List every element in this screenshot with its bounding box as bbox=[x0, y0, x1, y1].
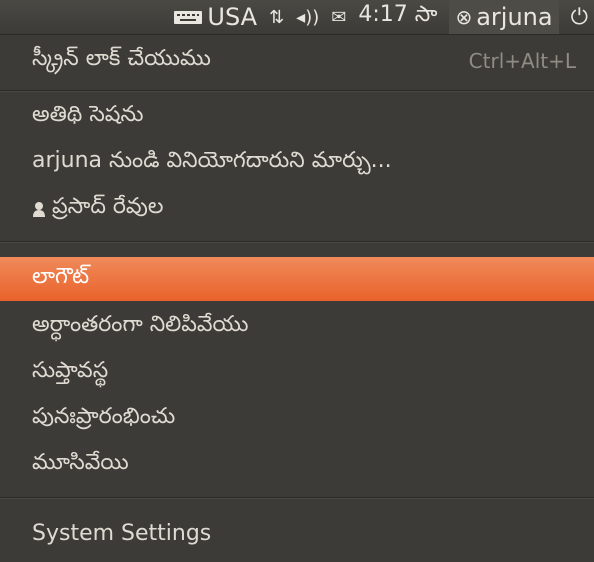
keyboard-indicator[interactable]: USA bbox=[173, 0, 257, 34]
clock-label: 4:17 సా bbox=[358, 2, 438, 27]
guest-session-item[interactable]: అతిథి సెషను bbox=[0, 95, 594, 139]
other-user-item[interactable]: ప్రసాద్ రేవుల bbox=[0, 187, 594, 231]
switch-user-label: arjuna నుండి వినియోగదారుని మార్చు... bbox=[32, 148, 392, 173]
network-indicator[interactable]: ⇅ bbox=[269, 0, 284, 34]
mail-icon: ✉ bbox=[331, 6, 347, 28]
session-indicator[interactable]: ⊗ arjuna bbox=[449, 0, 559, 34]
hibernate-label: సుప్తావస్థ bbox=[32, 358, 109, 383]
power-icon: ⏻ bbox=[570, 4, 588, 30]
lock-screen-item[interactable]: స్క్రీన్ లాక్ చేయుము Ctrl+Alt+L bbox=[0, 39, 594, 83]
hibernate-item[interactable]: సుప్తావస్థ bbox=[0, 351, 594, 395]
logout-item[interactable]: లాగౌట్ bbox=[0, 257, 594, 301]
session-menu: స్క్రీన్ లాక్ చేయుము Ctrl+Alt+L అతిథి సె… bbox=[0, 34, 594, 562]
restart-item[interactable]: పునఃప్రారంభించు bbox=[0, 397, 594, 441]
network-updown-icon: ⇅ bbox=[269, 6, 285, 28]
sound-indicator[interactable]: ◂)) bbox=[296, 0, 319, 34]
shutdown-item[interactable]: మూసివేయి bbox=[0, 443, 594, 487]
volume-icon: ◂)) bbox=[296, 6, 320, 28]
logout-label: లాగౌట్ bbox=[32, 264, 90, 289]
power-indicator[interactable]: ⏻ bbox=[571, 0, 588, 34]
system-settings-item[interactable]: System Settings bbox=[0, 511, 594, 555]
keyboard-layout-label: USA bbox=[207, 3, 258, 31]
shutdown-label: మూసివేయి bbox=[32, 450, 129, 475]
clock-indicator[interactable]: 4:17 సా bbox=[358, 0, 437, 34]
messaging-indicator[interactable]: ✉ bbox=[331, 0, 346, 34]
user-icon bbox=[33, 202, 45, 217]
top-panel: USA ⇅ ◂)) ✉ 4:17 సా ⊗ arjuna ⏻ bbox=[0, 0, 594, 34]
user-busy-icon: ⊗ bbox=[455, 5, 473, 29]
menu-separator bbox=[0, 241, 594, 243]
keyboard-icon bbox=[174, 10, 203, 24]
switch-user-item[interactable]: arjuna నుండి వినియోగదారుని మార్చు... bbox=[0, 141, 594, 185]
menu-separator bbox=[0, 90, 594, 92]
other-user-label: ప్రసాద్ రేవుల bbox=[52, 194, 164, 219]
user-name-label: arjuna bbox=[476, 3, 553, 31]
lock-screen-shortcut: Ctrl+Alt+L bbox=[468, 49, 576, 73]
suspend-item[interactable]: అర్ధాంతరంగా నిలిపివేయు bbox=[0, 305, 594, 349]
guest-session-label: అతిథి సెషను bbox=[32, 102, 144, 127]
restart-label: పునఃప్రారంభించు bbox=[32, 404, 176, 429]
suspend-label: అర్ధాంతరంగా నిలిపివేయు bbox=[32, 312, 249, 337]
system-settings-label: System Settings bbox=[32, 520, 212, 546]
lock-screen-label: స్క్రీన్ లాక్ చేయుము bbox=[32, 46, 211, 71]
menu-separator bbox=[0, 497, 594, 499]
